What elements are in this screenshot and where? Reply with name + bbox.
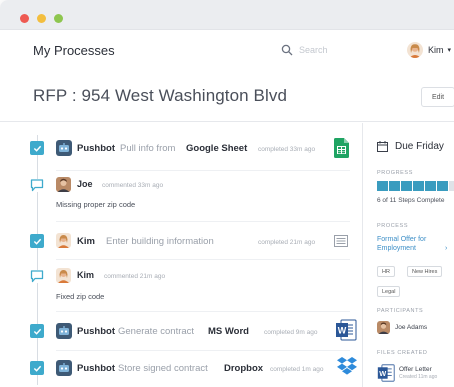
pushbot-icon	[56, 140, 72, 156]
ms-word-icon: W	[377, 364, 395, 382]
timestamp: completed 1m ago	[270, 366, 324, 373]
due-date[interactable]: Due Friday	[377, 141, 444, 152]
user-name: Kim	[428, 45, 444, 55]
chevron-down-icon: ▾	[447, 47, 452, 54]
search-box[interactable]	[275, 39, 395, 61]
edit-button[interactable]: Edit	[421, 87, 454, 107]
progress-segment-pending	[449, 181, 454, 191]
feed-divider	[56, 221, 350, 222]
progress-segment-done	[425, 181, 436, 191]
pushbot-icon	[56, 323, 72, 339]
task-text: Pull info from	[120, 143, 176, 154]
feed-item-task: Pushbot Pull info from Google Sheet comp…	[0, 137, 362, 165]
file-item[interactable]: W Offer Letter Created 11m ago	[377, 363, 437, 383]
actor-name: Pushbot	[77, 326, 115, 337]
task-complete-checkbox[interactable]	[30, 141, 44, 155]
tag-new-hires[interactable]: New Hires	[407, 266, 443, 277]
files-label: FILES CREATED	[377, 350, 428, 356]
integration-name: Google Sheet	[186, 143, 248, 154]
close-window-button[interactable]	[20, 14, 29, 23]
progress-segment-done	[413, 181, 424, 191]
form-icon	[334, 235, 348, 247]
participant-name: Joe Adams	[395, 324, 428, 331]
comment-bubble-icon	[30, 179, 44, 192]
timestamp: commented 33m ago	[102, 182, 164, 189]
feed-item-task: Kim Enter building information completed…	[0, 231, 362, 251]
file-meta: Created 11m ago	[399, 374, 438, 380]
tag-legal[interactable]: Legal	[377, 286, 401, 297]
participant[interactable]: Joe Adams	[377, 321, 427, 334]
dropbox-icon	[336, 357, 358, 377]
avatar	[56, 233, 71, 248]
app-title: My Processes	[33, 43, 115, 58]
integration-name: Dropbox	[224, 363, 264, 374]
task-text: Store signed contract	[118, 363, 208, 374]
file-name: Offer Letter	[399, 366, 432, 373]
tag-hr[interactable]: HR	[377, 266, 395, 277]
process-label: PROCESS	[377, 223, 409, 229]
timestamp: completed 9m ago	[264, 329, 318, 336]
user-menu[interactable]: Kim ▾	[407, 39, 451, 61]
comment-bubble-icon	[30, 270, 44, 283]
title-bar	[0, 0, 454, 30]
avatar	[377, 321, 390, 334]
top-bar: My Processes Kim ▾	[0, 30, 454, 70]
due-date-label: Due Friday	[395, 141, 444, 152]
minimize-window-button[interactable]	[37, 14, 46, 23]
actor-name: Pushbot	[77, 143, 115, 154]
feed-item-task: Pushbot Generate contract MS Word comple…	[0, 319, 362, 343]
app-window: My Processes Kim ▾ RFP : 954 West Washin…	[0, 0, 454, 387]
actor-name: Pushbot	[77, 363, 115, 374]
timestamp: completed 33m ago	[258, 146, 316, 153]
feed-divider	[56, 311, 350, 312]
svg-text:W: W	[379, 369, 386, 378]
comment-text: Missing proper zip code	[56, 200, 136, 209]
feed-divider	[56, 259, 350, 260]
task-complete-checkbox[interactable]	[30, 361, 44, 375]
actor-name: Joe	[77, 179, 93, 189]
pushbot-icon	[56, 360, 72, 376]
search-input[interactable]	[299, 42, 389, 58]
activity-feed: Pushbot Pull info from Google Sheet comp…	[0, 123, 362, 387]
comment-text: Fixed zip code	[56, 292, 105, 301]
svg-text:W: W	[338, 326, 347, 336]
process-link[interactable]: Formal Offer for Employment ›	[377, 235, 447, 253]
progress-segment-done	[437, 181, 448, 191]
progress-label: PROGRESS	[377, 170, 413, 176]
timeline-line	[37, 135, 38, 385]
feed-item-comment: Joe commented 33m ago Missing proper zip…	[0, 177, 362, 213]
progress-segment-done	[401, 181, 412, 191]
timestamp: completed 21m ago	[258, 239, 316, 246]
avatar	[56, 177, 71, 192]
page-title: RFP : 954 West Washington Blvd	[33, 86, 288, 105]
progress-text: 6 of 11 Steps Complete	[377, 197, 445, 204]
feed-item-comment: Kim commented 21m ago Fixed zip code	[0, 267, 362, 303]
task-complete-checkbox[interactable]	[30, 234, 44, 248]
participants-label: PARTICIPANTS	[377, 308, 424, 314]
process-sidebar: Due Friday PROGRESS 6 of 11 Steps Comple…	[362, 123, 454, 387]
timestamp: commented 21m ago	[104, 273, 166, 280]
progress-bar	[377, 181, 454, 191]
feed-item-task: Pushbot Store signed contract Dropbox co…	[0, 355, 362, 379]
actor-name: Kim	[77, 236, 95, 247]
progress-segment-done	[377, 181, 388, 191]
page-header: RFP : 954 West Washington Blvd Edit	[0, 70, 454, 122]
calendar-icon	[377, 141, 388, 152]
task-text: Generate contract	[118, 326, 195, 337]
actor-name: Kim	[77, 270, 95, 280]
progress-segment-done	[389, 181, 400, 191]
feed-divider	[56, 350, 350, 351]
maximize-window-button[interactable]	[54, 14, 63, 23]
process-link-text: Formal Offer for Employment	[377, 236, 427, 252]
ms-word-icon: W	[335, 319, 357, 341]
search-icon	[281, 44, 293, 56]
chevron-right-icon: ›	[445, 245, 448, 252]
feed-divider	[56, 170, 350, 171]
user-avatar	[407, 42, 423, 58]
integration-name: MS Word	[208, 326, 249, 337]
avatar	[56, 268, 71, 283]
google-sheets-icon	[334, 138, 349, 158]
task-text: Enter building information	[106, 236, 214, 247]
task-complete-checkbox[interactable]	[30, 324, 44, 338]
